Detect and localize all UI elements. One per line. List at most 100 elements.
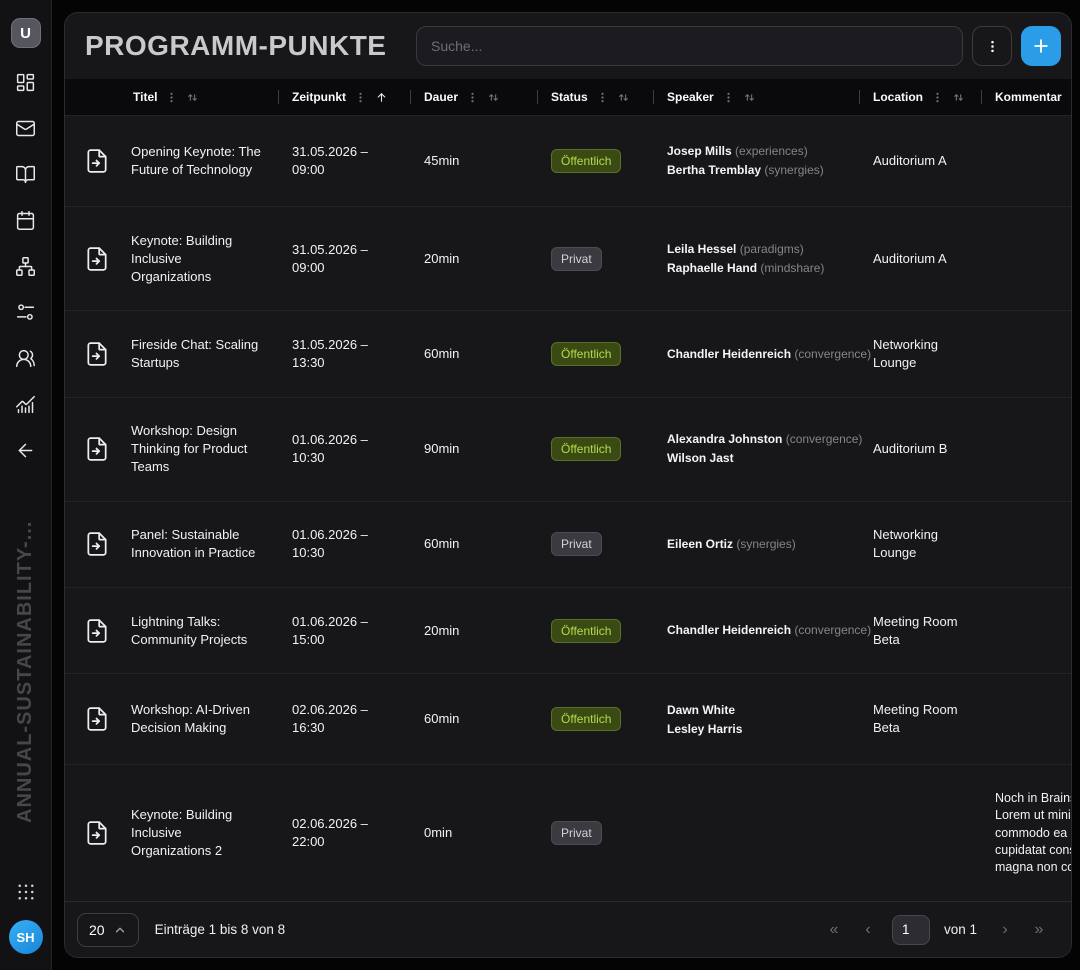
sort-updown-icon [186, 91, 199, 104]
column-label-kommentar: Kommentar [995, 90, 1062, 104]
cell-speaker: Eileen Ortiz (synergies) [653, 534, 859, 556]
column-menu-speaker[interactable] [723, 92, 734, 103]
column-menu-zeitpunkt[interactable] [355, 92, 366, 103]
cell-zeitpunkt: 01.06.2026 – 10:30 [278, 431, 410, 467]
cell-speaker: Leila Hessel (paradigms)Raphaelle Hand (… [653, 238, 859, 279]
table-row[interactable]: Panel: Sustainable Innovation in Practic… [65, 501, 1072, 587]
kebab-menu-button[interactable] [972, 26, 1012, 66]
file-arrow-icon [65, 246, 129, 272]
cell-status: Öffentlich [537, 437, 653, 461]
cell-titel: Workshop: Design Thinking for Product Te… [129, 422, 278, 476]
column-header-zeitpunkt: Zeitpunkt [278, 79, 410, 115]
sort-updown-icon [743, 91, 756, 104]
page-title: PROGRAMM-PUNKTE [85, 30, 387, 62]
page-size-value: 20 [89, 922, 105, 938]
column-menu-location[interactable] [932, 92, 943, 103]
column-menu-dauer[interactable] [467, 92, 478, 103]
cell-location: Auditorium B [859, 440, 981, 458]
page-number-input[interactable] [892, 915, 930, 945]
column-sort-status[interactable] [617, 91, 630, 104]
page-size-select[interactable]: 20 [77, 913, 139, 947]
calendar-icon [15, 210, 36, 231]
speaker-entry: Lesley Harris [667, 721, 849, 738]
table-row[interactable]: Keynote: Building Inclusive Organization… [65, 206, 1072, 310]
column-header-kommentar: Kommentar [981, 79, 1072, 115]
sidebar-nav [15, 72, 36, 461]
users-icon [15, 348, 36, 369]
sidebar-item-dashboard[interactable] [15, 72, 36, 93]
column-header-dauer: Dauer [410, 79, 537, 115]
cell-status: Öffentlich [537, 342, 653, 366]
sidebar-item-back[interactable] [15, 440, 36, 461]
cell-titel: Panel: Sustainable Innovation in Practic… [129, 526, 278, 562]
column-sort-zeitpunkt[interactable] [375, 91, 388, 104]
user-avatar[interactable]: SH [9, 920, 43, 954]
column-sort-titel[interactable] [186, 91, 199, 104]
panel-header: PROGRAMM-PUNKTE [65, 13, 1071, 79]
next-page-button[interactable]: › [991, 917, 1019, 943]
table-row[interactable]: Workshop: AI-Driven Decision Making02.06… [65, 673, 1072, 764]
table-row[interactable]: Opening Keynote: The Future of Technolog… [65, 115, 1072, 206]
cell-dauer: 90min [410, 440, 537, 458]
table-header-row: TitelZeitpunktDauerStatusSpeakerLocation… [65, 79, 1072, 115]
cell-location: Networking Lounge [859, 526, 981, 562]
kebab-small-icon [355, 92, 366, 103]
pagination: « ‹ von 1 › » [820, 915, 1053, 945]
sidebar-item-chart[interactable] [15, 394, 36, 415]
table-body: Opening Keynote: The Future of Technolog… [65, 115, 1071, 901]
cell-dauer: 45min [410, 152, 537, 170]
table-row[interactable]: Keynote: Building Inclusive Organization… [65, 764, 1072, 901]
sidebar-item-sitemap[interactable] [15, 256, 36, 277]
column-menu-status[interactable] [597, 92, 608, 103]
table-row[interactable]: Fireside Chat: Scaling Startups31.05.202… [65, 310, 1072, 396]
column-header-icon-spacer [65, 79, 129, 115]
cell-titel: Lightning Talks: Community Projects [129, 613, 278, 649]
sidebar-item-mail[interactable] [15, 118, 36, 139]
arrow-left-icon [15, 440, 36, 461]
sidebar-item-calendar[interactable] [15, 210, 36, 231]
speaker-entry: Eileen Ortiz (synergies) [667, 536, 849, 553]
column-header-titel: Titel [129, 79, 278, 115]
sidebar: U ANNUAL-SUSTAINABILITY-... SH [0, 0, 52, 970]
table-row[interactable]: Workshop: Design Thinking for Product Te… [65, 397, 1072, 501]
sidebar-item-users[interactable] [15, 348, 36, 369]
cell-location: Auditorium A [859, 152, 981, 170]
last-page-button[interactable]: » [1025, 917, 1053, 943]
kebab-small-icon [597, 92, 608, 103]
cell-location: Auditorium A [859, 250, 981, 268]
sort-asc-icon [375, 91, 388, 104]
column-sort-speaker[interactable] [743, 91, 756, 104]
cell-speaker: Dawn White Lesley Harris [653, 699, 859, 740]
search-input[interactable] [416, 26, 963, 66]
speaker-entry: Chandler Heidenreich (convergence) [667, 622, 849, 639]
book-icon [15, 164, 36, 185]
cell-titel: Keynote: Building Inclusive Organization… [129, 806, 278, 860]
status-badge: Öffentlich [551, 342, 621, 366]
column-label-speaker: Speaker [667, 90, 714, 104]
column-header-speaker: Speaker [653, 79, 859, 115]
column-sort-dauer[interactable] [487, 91, 500, 104]
sidebar-item-book[interactable] [15, 164, 36, 185]
cell-zeitpunkt: 31.05.2026 – 09:00 [278, 241, 410, 277]
apps-grid-icon[interactable] [16, 882, 36, 902]
cell-zeitpunkt: 02.06.2026 – 22:00 [278, 815, 410, 851]
add-entry-button[interactable] [1021, 26, 1061, 66]
cell-location: Meeting Room Beta [859, 613, 981, 649]
status-badge: Privat [551, 247, 602, 271]
table-row[interactable]: Lightning Talks: Community Projects01.06… [65, 587, 1072, 673]
prev-page-button[interactable]: ‹ [854, 917, 882, 943]
column-header-location: Location [859, 79, 981, 115]
speaker-entry: Dawn White [667, 702, 849, 719]
column-menu-titel[interactable] [166, 92, 177, 103]
column-sort-location[interactable] [952, 91, 965, 104]
cell-status: Öffentlich [537, 149, 653, 173]
cell-speaker: Josep Mills (experiences)Bertha Tremblay… [653, 141, 859, 182]
cell-dauer: 60min [410, 345, 537, 363]
sidebar-item-sliders[interactable] [15, 302, 36, 323]
cell-dauer: 20min [410, 622, 537, 640]
cell-zeitpunkt: 01.06.2026 – 15:00 [278, 613, 410, 649]
table-footer: 20 Einträge 1 bis 8 von 8 « ‹ von 1 › » [65, 901, 1071, 957]
kebab-small-icon [723, 92, 734, 103]
status-badge: Öffentlich [551, 707, 621, 731]
first-page-button[interactable]: « [820, 917, 848, 943]
